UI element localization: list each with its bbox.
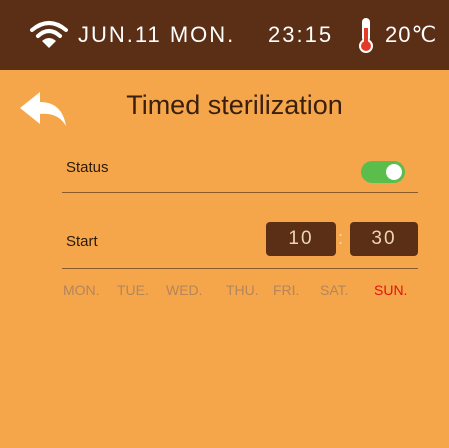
- day-fri[interactable]: FRI.: [273, 282, 299, 298]
- status-temperature: 20℃: [385, 22, 438, 47]
- day-mon[interactable]: MON.: [63, 282, 100, 298]
- day-tue[interactable]: TUE.: [117, 282, 149, 298]
- status-label: Status: [66, 159, 109, 176]
- start-label: Start: [66, 233, 98, 250]
- status-time: 23:15: [268, 22, 334, 47]
- thermometer-icon: [359, 18, 373, 53]
- page-title: Timed sterilization: [0, 90, 449, 121]
- status-bar: JUN.11 MON. 23:15 20℃: [0, 0, 449, 70]
- wifi-icon: [30, 21, 68, 48]
- status-toggle[interactable]: [361, 161, 405, 183]
- toggle-knob: [386, 164, 402, 180]
- time-separator: :: [338, 228, 344, 248]
- start-minute-field[interactable]: 30: [350, 222, 418, 256]
- day-thu[interactable]: THU.: [226, 282, 259, 298]
- day-sun[interactable]: SUN.: [374, 282, 407, 298]
- divider: [62, 192, 418, 193]
- start-hour-field[interactable]: 10: [266, 222, 336, 256]
- day-sat[interactable]: SAT.: [320, 282, 349, 298]
- page-title-text: Timed sterilization: [126, 90, 343, 120]
- day-wed[interactable]: WED.: [166, 282, 203, 298]
- status-date: JUN.11 MON.: [78, 22, 236, 47]
- divider: [62, 268, 418, 269]
